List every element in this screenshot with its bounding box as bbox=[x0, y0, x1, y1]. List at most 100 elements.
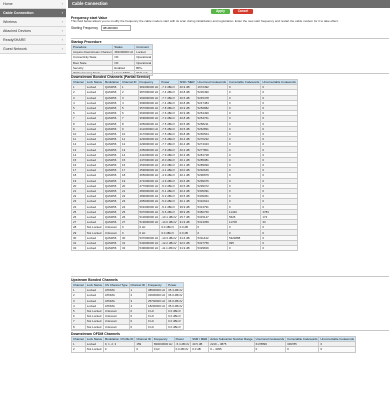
table-row: 8 Locked QAM256 8 405000000 Hz -7.5 dBmV 40.5 … bbox=[71, 120, 298, 127]
table-row: 26 Locked QAM256 26 513000000 Hz -13.1 dBmV 25… bbox=[71, 213, 298, 221]
starting-frequency-input[interactable] bbox=[100, 24, 131, 31]
table-cell: 435000000 Hz bbox=[137, 146, 161, 153]
table-cell: 0 bbox=[134, 346, 153, 353]
table-cell: 405000000 Hz bbox=[137, 120, 161, 127]
sidebar-item-guest-network[interactable]: Guest Network › bbox=[0, 45, 66, 54]
sidebar-item-wireless[interactable]: Wireless › bbox=[0, 18, 66, 27]
column-header: Lock Status bbox=[84, 281, 104, 289]
table-row: 27 Locked QAM256 27 519000000 Hz -14.0 dBmV 31… bbox=[71, 219, 298, 226]
sidebar-item-readyshare[interactable]: ReadySHARE › bbox=[0, 36, 66, 45]
column-header: Modulation bbox=[102, 78, 122, 86]
column-header: Active Subcarrier Number Range bbox=[208, 335, 255, 343]
table-row: 9 Locked QAM256 9 411000000 Hz -7.5 dBmV 40.5 … bbox=[71, 125, 298, 132]
table-row: 12 Locked QAM256 12 429000000 Hz -7.7 dBmV 40.… bbox=[71, 141, 298, 148]
table-cell: 417000000 Hz bbox=[137, 130, 161, 138]
table-cell: 31.9 dB bbox=[177, 244, 197, 252]
column-header: SNR / MER bbox=[190, 335, 210, 343]
table-cell: 0 ~ 4095 bbox=[208, 346, 255, 353]
table-cell: 0 bbox=[102, 346, 136, 353]
column-header: Modulation / Profile ID bbox=[102, 335, 136, 343]
table-cell: 453000000 Hz bbox=[137, 161, 161, 169]
table-row: 2 Not Locked 0 0 0 Hz 0.0 dBmV 0.0 dB 0 ~ 4095 0… bbox=[71, 346, 356, 353]
table-cell: 429000000 Hz bbox=[137, 141, 161, 148]
table-cell: 0 bbox=[260, 244, 298, 252]
sidebar-item-label: Cable Connection bbox=[3, 11, 34, 15]
table-cell: 2 bbox=[71, 346, 86, 353]
table-row: 17 Locked QAM256 17 459000000 Hz -4.1 dBmV 40.… bbox=[71, 167, 298, 174]
upstream-table: Channel Lock Status US Channel Type Channel… bbox=[71, 281, 185, 330]
sidebar-item-attached-devices[interactable]: Attached Devices › bbox=[0, 27, 66, 36]
table-cell: Not Locked bbox=[84, 229, 104, 236]
table-cell: -14.0 dBmV bbox=[159, 219, 179, 226]
sidebar-item-label: ReadySHARE bbox=[3, 38, 26, 42]
table-cell: 0 bbox=[253, 346, 287, 353]
divider bbox=[71, 73, 389, 74]
table-cell: 423000000 Hz bbox=[137, 136, 161, 143]
table-cell: 357000000 Hz bbox=[137, 104, 161, 112]
chevron-right-icon: › bbox=[61, 10, 63, 15]
table-cell: Operational bbox=[134, 54, 154, 61]
table-row: 31 Locked QAM256 31 543000000 Hz -12.2 dBmV 32… bbox=[71, 239, 298, 247]
divider bbox=[71, 330, 389, 331]
table-cell: 38600000 Hz bbox=[145, 287, 168, 294]
column-header: Channel ID bbox=[120, 78, 139, 86]
chevron-right-icon: › bbox=[61, 37, 63, 42]
table-cell: 489000000 Hz bbox=[137, 193, 161, 200]
table-cell: 477000000 Hz bbox=[137, 182, 161, 189]
main-panel: Cable Connection Apply Cancel Frequency … bbox=[68, 0, 390, 400]
chevron-right-icon: › bbox=[61, 1, 63, 6]
starting-frequency-row: Starting Frequency bbox=[71, 24, 371, 31]
table-cell: 441000000 Hz bbox=[137, 151, 161, 158]
table-cell: Not Locked bbox=[84, 307, 104, 315]
table-row: 24 Locked QAM256 24 501000000 Hz -5.2 dBmV 39.… bbox=[71, 203, 298, 210]
column-header: Unerrored Codewords bbox=[253, 335, 287, 343]
column-header: Channel bbox=[71, 335, 86, 343]
frequency-section: Frequency start Value This field below a… bbox=[71, 16, 371, 31]
column-header: Uncorrectable Codewords bbox=[260, 78, 298, 86]
table-row: 25 Locked QAM256 25 507000000 Hz -5.6 dBmV 38.… bbox=[71, 208, 298, 215]
apply-button[interactable]: Apply bbox=[211, 9, 230, 14]
table-row: 14 Locked QAM256 14 441000000 Hz -7.9 dBmV 40.… bbox=[71, 151, 298, 158]
table-cell: 387000000 Hz bbox=[137, 89, 161, 96]
sidebar-item-home[interactable]: Home › bbox=[0, 0, 66, 9]
table-cell: 537000000 Hz bbox=[137, 234, 161, 241]
table-cell: -12.2 dBmV bbox=[159, 239, 179, 247]
table-cell: 5329816 bbox=[195, 244, 228, 252]
ofdm-table: Channel Lock Status Modulation / Profile I… bbox=[71, 335, 356, 353]
table-cell: -11.1 dBmV bbox=[159, 244, 179, 252]
table-cell: 495000000 Hz bbox=[137, 198, 161, 205]
table-row: 22 Locked QAM256 22 489000000 Hz -5.3 dBmV 40.… bbox=[71, 193, 298, 200]
table-cell: 32 bbox=[71, 244, 86, 252]
table-cell: 18200000 Hz bbox=[145, 302, 168, 309]
frequency-description: This field below allows you to modify th… bbox=[71, 19, 339, 23]
sidebar-item-label: Guest Network bbox=[3, 47, 27, 51]
table-cell: 447000000 Hz bbox=[137, 156, 161, 164]
cancel-button[interactable]: Cancel bbox=[232, 9, 254, 14]
column-header: Lock Status bbox=[84, 335, 104, 343]
table-row: 19 Locked QAM256 19 471000000 Hz -4.9 dBmV 40.… bbox=[71, 177, 298, 184]
table-cell: QAM256 bbox=[102, 244, 122, 252]
page-title: Cable Connection bbox=[68, 0, 390, 8]
table-cell: Not Locked bbox=[84, 313, 104, 320]
table-cell: 363000000 Hz bbox=[137, 110, 161, 117]
downstream-table: Channel Lock Status Modulation Channel ID Fr… bbox=[71, 78, 298, 252]
sidebar-item-cable-connection[interactable]: Cable Connection › bbox=[0, 9, 66, 18]
sidebar-item-label: Attached Devices bbox=[3, 29, 31, 33]
table-cell: Locked bbox=[84, 244, 104, 252]
column-header: Correctable Codewords bbox=[226, 78, 262, 86]
table-cell: 0 bbox=[226, 244, 262, 252]
table-cell: 393000000 Hz bbox=[137, 94, 161, 101]
sidebar: Home › Cable Connection › Wireless › Attached … bbox=[0, 0, 66, 400]
table-cell: 0 Hz bbox=[151, 346, 175, 353]
table-cell: 0.0 dBmV bbox=[173, 346, 192, 353]
sidebar-item-label: Home bbox=[3, 2, 13, 6]
column-header: SNR / MER bbox=[177, 78, 197, 86]
button-row: Apply Cancel bbox=[211, 9, 255, 15]
table-row: 6 Locked QAM256 6 363000000 Hz -7.6 dBmV 40.9 … bbox=[71, 110, 298, 117]
table-cell: 483000000 Hz bbox=[137, 187, 161, 195]
ofdm-section: Downstream OFDM Channels Channel Lock Sta… bbox=[71, 329, 389, 353]
table-header-row: Channel Lock Status Modulation / Profile I… bbox=[71, 335, 356, 343]
table-row: 29 Not Locked Unknown 0 0 Hz 0.0 dBmV 0.0 dB 0 0… bbox=[71, 229, 298, 236]
table-cell: 507000000 Hz bbox=[137, 208, 161, 215]
table-header-row: Channel Lock Status Modulation Channel ID Fr… bbox=[71, 78, 298, 86]
